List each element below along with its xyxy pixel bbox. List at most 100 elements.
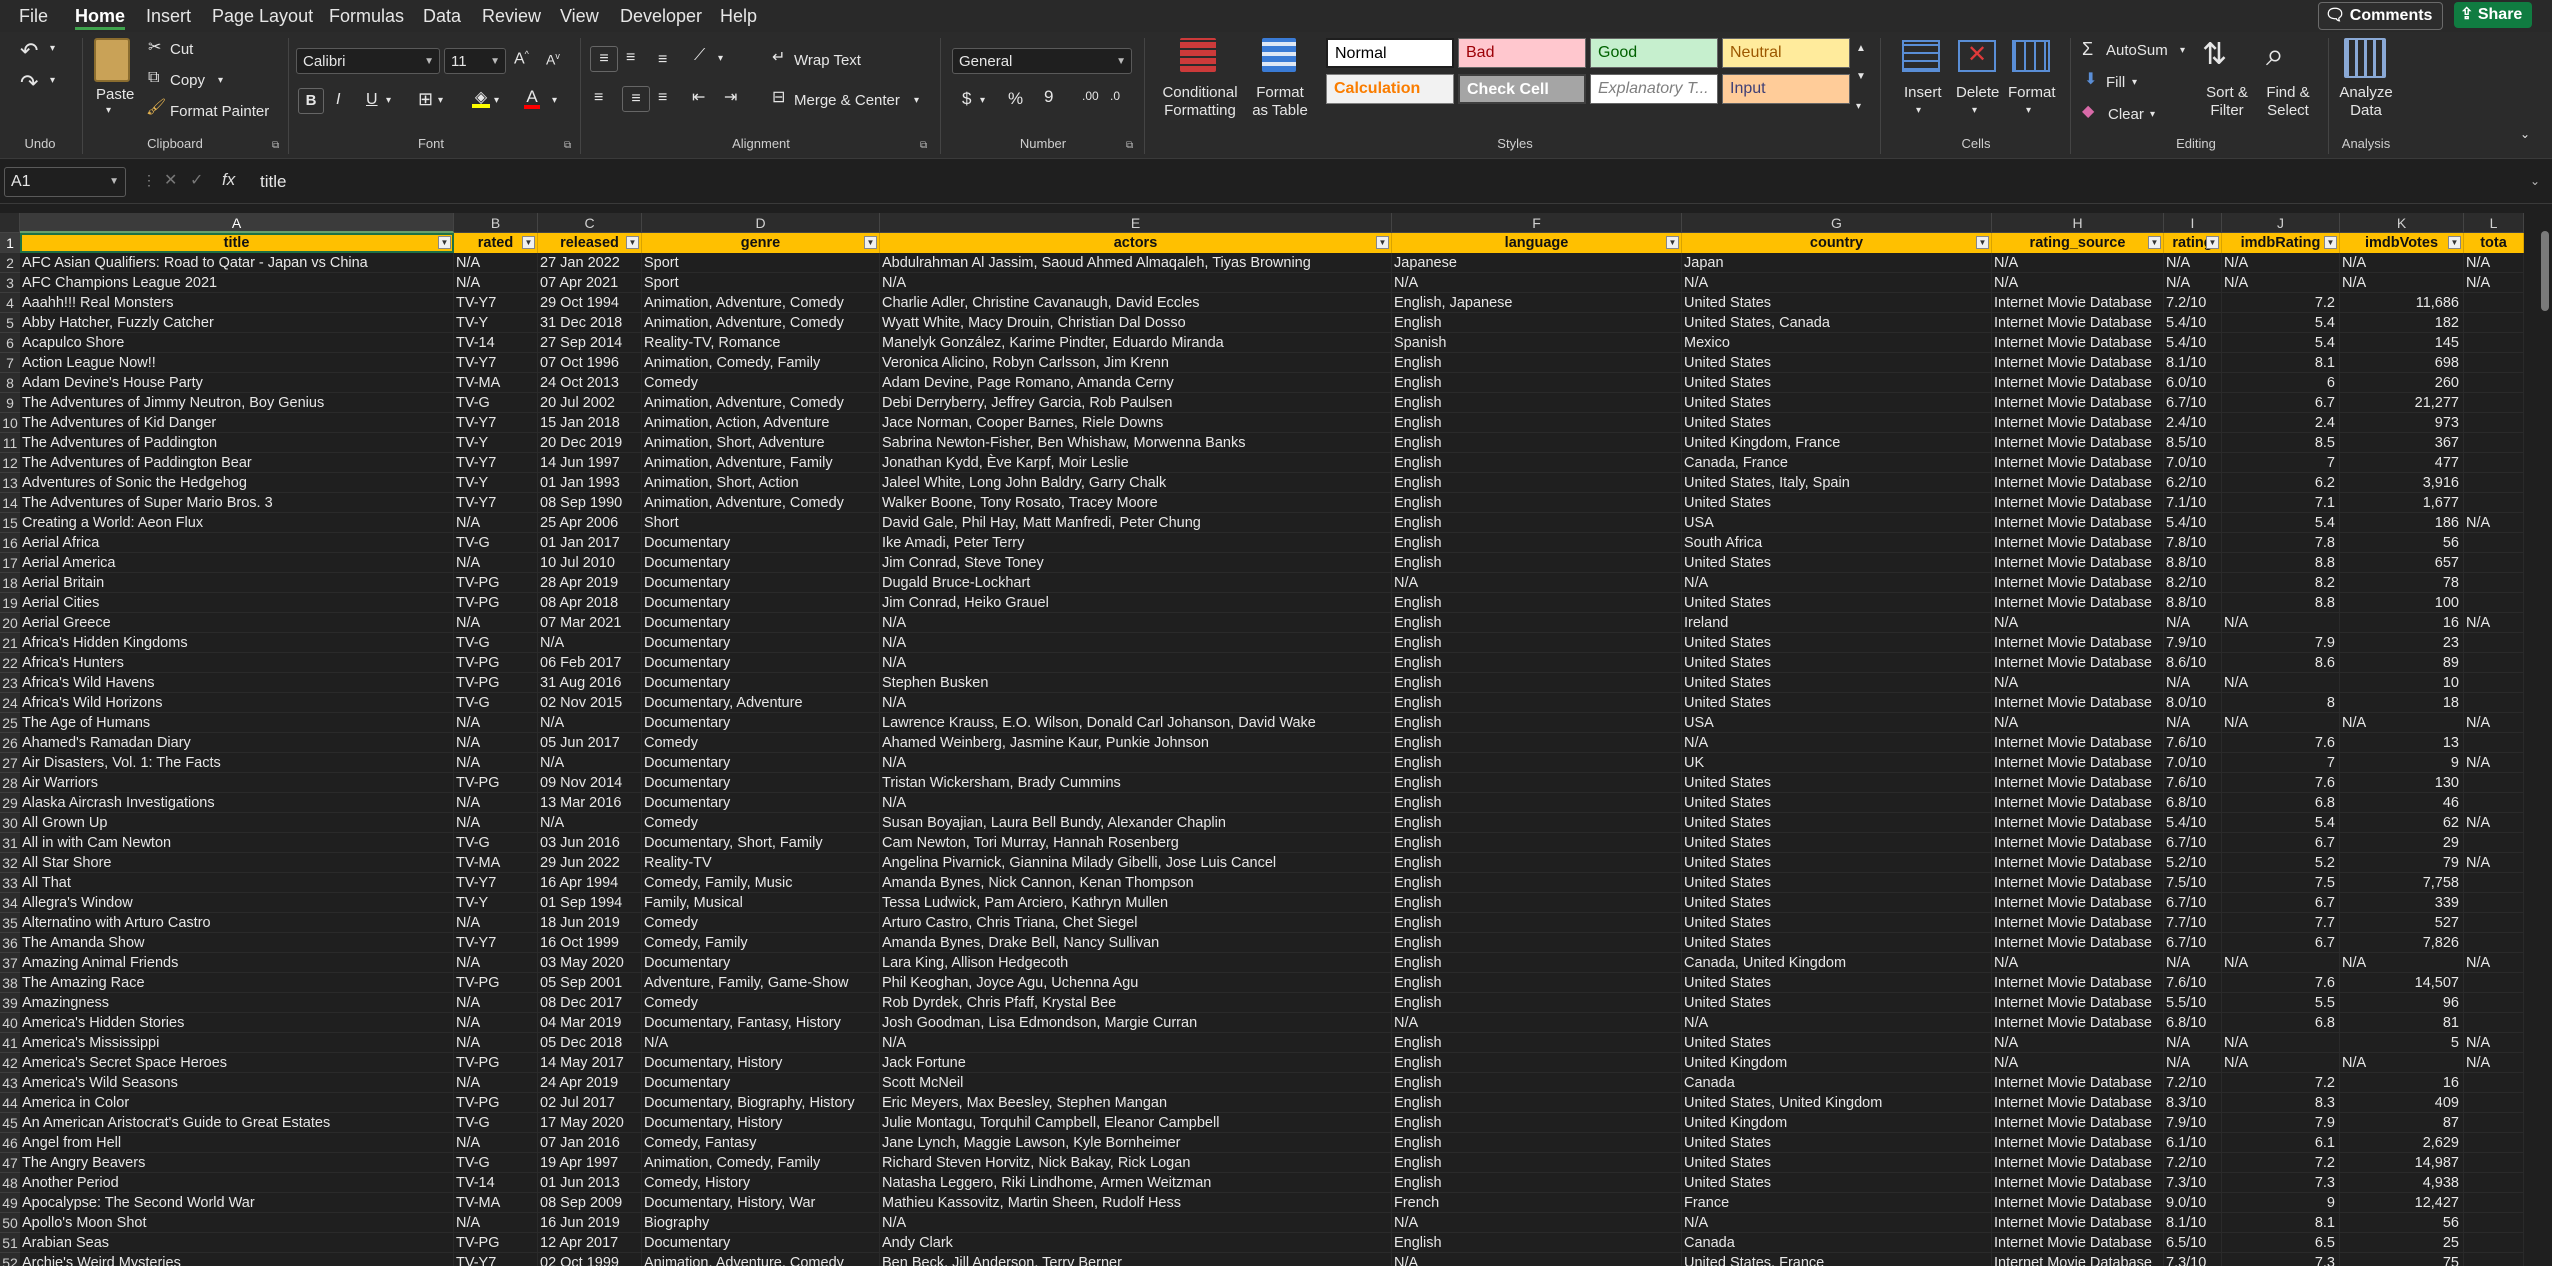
cell-k23[interactable]: 10: [2340, 673, 2464, 693]
cell-g12[interactable]: Canada, France: [1682, 453, 1992, 473]
cell-j33[interactable]: 7.5: [2222, 873, 2340, 893]
cell-c38[interactable]: 05 Sep 2001: [538, 973, 642, 993]
cell-a29[interactable]: Alaska Aircrash Investigations: [20, 793, 454, 813]
cell-d17[interactable]: Documentary: [642, 553, 880, 573]
orientation-icon[interactable]: ⟋: [694, 48, 705, 64]
cell-h27[interactable]: Internet Movie Database: [1992, 753, 2164, 773]
cell-f25[interactable]: English: [1392, 713, 1682, 733]
row-header[interactable]: 30: [0, 813, 20, 833]
cell-h29[interactable]: Internet Movie Database: [1992, 793, 2164, 813]
cell-l51[interactable]: [2464, 1233, 2524, 1253]
cell-a33[interactable]: All That: [20, 873, 454, 893]
cell-c23[interactable]: 31 Aug 2016: [538, 673, 642, 693]
align-bottom-icon[interactable]: ≡: [658, 52, 667, 68]
row-header[interactable]: 52: [0, 1253, 20, 1266]
cell-g42[interactable]: United Kingdom: [1682, 1053, 1992, 1073]
cell-i26[interactable]: 7.6/10: [2164, 733, 2222, 753]
redo-dropdown-icon[interactable]: ▾: [50, 76, 55, 86]
cell-f18[interactable]: N/A: [1392, 573, 1682, 593]
cell-e42[interactable]: Jack Fortune: [880, 1053, 1392, 1073]
cell-b3[interactable]: N/A: [454, 273, 538, 293]
cell-b19[interactable]: TV-PG: [454, 593, 538, 613]
cell-g10[interactable]: United States: [1682, 413, 1992, 433]
cell-f24[interactable]: English: [1392, 693, 1682, 713]
cell-i43[interactable]: 7.2/10: [2164, 1073, 2222, 1093]
cell-b27[interactable]: N/A: [454, 753, 538, 773]
more-options-icon[interactable]: ⋮: [142, 173, 156, 187]
cell-c43[interactable]: 24 Apr 2019: [538, 1073, 642, 1093]
delete-button[interactable]: Delete: [1956, 84, 1999, 101]
cell-j29[interactable]: 6.8: [2222, 793, 2340, 813]
cell-f37[interactable]: English: [1392, 953, 1682, 973]
cell-a47[interactable]: The Angry Beavers: [20, 1153, 454, 1173]
cell-h47[interactable]: Internet Movie Database: [1992, 1153, 2164, 1173]
conditional-formatting-button[interactable]: Conditional Formatting: [1152, 84, 1248, 120]
formula-input[interactable]: title: [252, 167, 2536, 197]
cell-i42[interactable]: N/A: [2164, 1053, 2222, 1073]
cell-d5[interactable]: Animation, Adventure, Comedy: [642, 313, 880, 333]
row-header[interactable]: 35: [0, 913, 20, 933]
cell-d19[interactable]: Documentary: [642, 593, 880, 613]
cell-f4[interactable]: English, Japanese: [1392, 293, 1682, 313]
cell-b40[interactable]: N/A: [454, 1013, 538, 1033]
cell-k4[interactable]: 11,686: [2340, 293, 2464, 313]
cell-k41[interactable]: 5: [2340, 1033, 2464, 1053]
row-header[interactable]: 41: [0, 1033, 20, 1053]
header-cell-imdbrating[interactable]: imdbRating ▼: [2222, 233, 2340, 253]
cell-h37[interactable]: N/A: [1992, 953, 2164, 973]
cell-d18[interactable]: Documentary: [642, 573, 880, 593]
cell-g46[interactable]: United States: [1682, 1133, 1992, 1153]
cell-e28[interactable]: Tristan Wickersham, Brady Cummins: [880, 773, 1392, 793]
cell-d50[interactable]: Biography: [642, 1213, 880, 1233]
underline-dropdown-icon[interactable]: ▾: [386, 96, 391, 106]
clipboard-launcher-icon[interactable]: ⧉: [272, 140, 279, 151]
cell-g15[interactable]: USA: [1682, 513, 1992, 533]
cell-j43[interactable]: 7.2: [2222, 1073, 2340, 1093]
cell-g13[interactable]: United States, Italy, Spain: [1682, 473, 1992, 493]
confirm-entry-icon[interactable]: ✓: [190, 173, 203, 189]
cell-l39[interactable]: [2464, 993, 2524, 1013]
filter-dropdown-icon[interactable]: ▼: [626, 236, 639, 249]
cell-f43[interactable]: English: [1392, 1073, 1682, 1093]
cell-i24[interactable]: 8.0/10: [2164, 693, 2222, 713]
cut-button[interactable]: Cut: [170, 41, 193, 58]
cell-c35[interactable]: 18 Jun 2019: [538, 913, 642, 933]
align-right-icon[interactable]: ≡: [658, 90, 667, 106]
cell-g33[interactable]: United States: [1682, 873, 1992, 893]
cell-l47[interactable]: [2464, 1153, 2524, 1173]
cell-h4[interactable]: Internet Movie Database: [1992, 293, 2164, 313]
cell-e39[interactable]: Rob Dyrdek, Chris Pfaff, Krystal Bee: [880, 993, 1392, 1013]
cell-e2[interactable]: Abdulrahman Al Jassim, Saoud Ahmed Almaq…: [880, 253, 1392, 273]
cell-d34[interactable]: Family, Musical: [642, 893, 880, 913]
cell-d7[interactable]: Animation, Comedy, Family: [642, 353, 880, 373]
cell-d13[interactable]: Animation, Short, Action: [642, 473, 880, 493]
accounting-dropdown-icon[interactable]: ▾: [980, 96, 985, 106]
cell-f51[interactable]: English: [1392, 1233, 1682, 1253]
cell-l13[interactable]: [2464, 473, 2524, 493]
cell-g31[interactable]: United States: [1682, 833, 1992, 853]
cell-i7[interactable]: 8.1/10: [2164, 353, 2222, 373]
cell-c27[interactable]: N/A: [538, 753, 642, 773]
cell-g14[interactable]: United States: [1682, 493, 1992, 513]
row-header[interactable]: 33: [0, 873, 20, 893]
cell-j48[interactable]: 7.3: [2222, 1173, 2340, 1193]
cell-g51[interactable]: Canada: [1682, 1233, 1992, 1253]
row-header[interactable]: 9: [0, 393, 20, 413]
row-header[interactable]: 51: [0, 1233, 20, 1253]
cell-g8[interactable]: United States: [1682, 373, 1992, 393]
cell-e11[interactable]: Sabrina Newton-Fisher, Ben Whishaw, Morw…: [880, 433, 1392, 453]
cell-l23[interactable]: [2464, 673, 2524, 693]
cell-c25[interactable]: N/A: [538, 713, 642, 733]
cell-d39[interactable]: Comedy: [642, 993, 880, 1013]
cell-d9[interactable]: Animation, Adventure, Comedy: [642, 393, 880, 413]
cell-e12[interactable]: Jonathan Kydd, Ève Karpf, Moir Leslie: [880, 453, 1392, 473]
cell-e35[interactable]: Arturo Castro, Chris Triana, Chet Siegel: [880, 913, 1392, 933]
cell-i30[interactable]: 5.4/10: [2164, 813, 2222, 833]
cell-b52[interactable]: TV-Y7: [454, 1253, 538, 1266]
cell-a27[interactable]: Air Disasters, Vol. 1: The Facts: [20, 753, 454, 773]
cell-c41[interactable]: 05 Dec 2018: [538, 1033, 642, 1053]
cell-g36[interactable]: United States: [1682, 933, 1992, 953]
cell-l50[interactable]: [2464, 1213, 2524, 1233]
filter-dropdown-icon[interactable]: ▼: [1666, 236, 1679, 249]
cell-h3[interactable]: N/A: [1992, 273, 2164, 293]
